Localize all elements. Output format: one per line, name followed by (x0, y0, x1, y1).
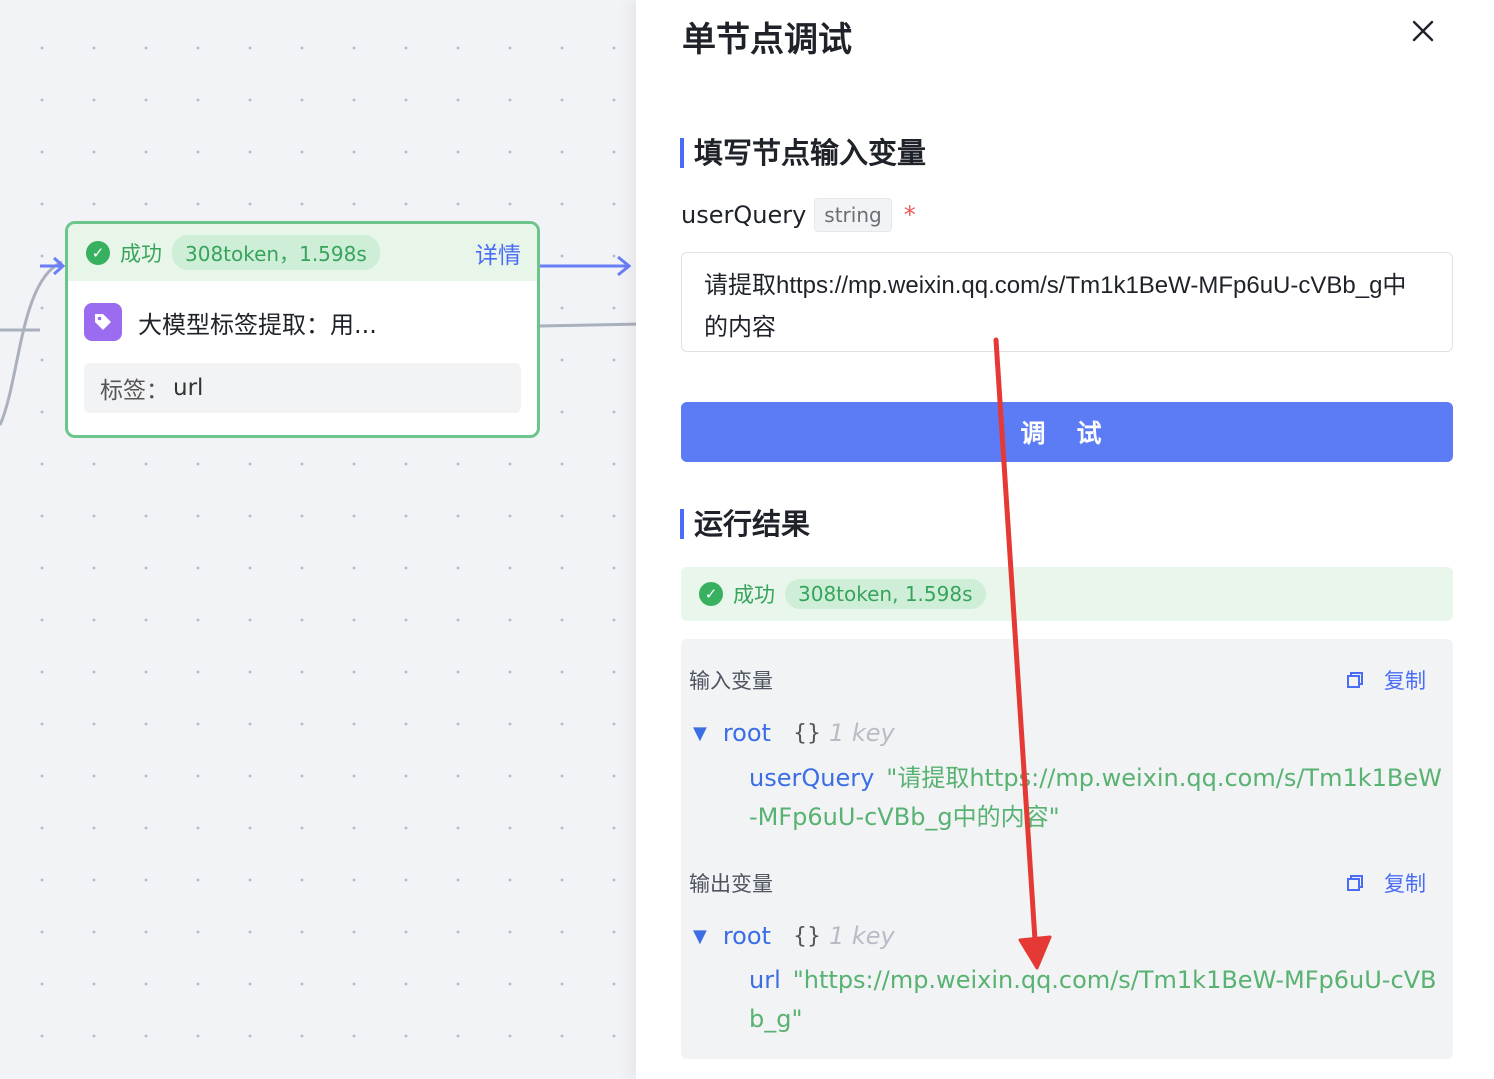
json-braces: {} (792, 923, 821, 949)
collapse-triangle-icon[interactable]: ▼ (693, 723, 707, 744)
node-title-row: 大模型标签提取：用... (68, 281, 537, 341)
llm-tag-extract-node[interactable]: ✓ 成功 308token，1.598s 详情 大模型标签提取：用... 标签：… (65, 221, 540, 438)
edge-connectors (0, 255, 640, 426)
result-status-banner: ✓ 成功 308token, 1.598s (681, 567, 1453, 621)
success-check-icon: ✓ (86, 240, 110, 265)
close-button[interactable] (1406, 14, 1440, 48)
debug-button[interactable]: 调 试 (681, 402, 1453, 462)
tag-icon (84, 303, 122, 341)
node-tag-value: url (173, 375, 204, 401)
node-tag-field: 标签： url (84, 363, 521, 413)
json-key-count: 1 key (828, 719, 895, 747)
variable-label-row: userQuery string * (681, 198, 916, 232)
json-key-count: 1 key (828, 922, 895, 950)
input-json-entry: userQuery "请提取https://mp.weixin.qq.com/s/… (749, 759, 1449, 837)
input-json-root[interactable]: ▼ root {} 1 key (693, 719, 895, 747)
copy-input-button[interactable]: 复制 (1346, 665, 1426, 695)
result-detail-box: 输入变量 复制 ▼ root {} 1 key userQuery "请提取htt… (681, 639, 1453, 1059)
copy-output-button[interactable]: 复制 (1346, 868, 1426, 898)
close-icon (1412, 20, 1434, 42)
output-json-root[interactable]: ▼ root {} 1 key (693, 922, 895, 950)
collapse-triangle-icon[interactable]: ▼ (693, 926, 707, 947)
copy-output-label: 复制 (1384, 872, 1426, 896)
variable-type-chip: string (814, 198, 892, 232)
workflow-canvas[interactable]: ✓ 成功 308token，1.598s 详情 大模型标签提取：用... 标签：… (0, 0, 640, 1079)
node-title: 大模型标签提取：用... (138, 310, 377, 339)
json-entry-key: url (749, 966, 781, 994)
copy-icon (1347, 875, 1363, 891)
input-section-title: 填写节点输入变量 (680, 138, 926, 168)
json-braces: {} (792, 720, 821, 746)
single-node-debug-panel: 单节点调试 填写节点输入变量 userQuery string * 请提取htt… (636, 0, 1494, 1079)
input-vars-heading: 输入变量 (689, 669, 773, 693)
json-root-key: root (722, 719, 771, 747)
json-entry-key: userQuery (749, 764, 875, 792)
result-token-badge: 308token, 1.598s (785, 579, 986, 609)
output-vars-heading: 输出变量 (689, 872, 773, 896)
node-tag-label: 标签： (100, 378, 169, 404)
node-token-badge: 308token，1.598s (172, 235, 380, 270)
copy-icon (1347, 672, 1363, 688)
output-json-entry: url "https://mp.weixin.qq.com/s/Tm1k1BeW-… (749, 961, 1449, 1039)
success-check-icon: ✓ (699, 582, 723, 606)
result-section-title: 运行结果 (680, 509, 810, 539)
required-mark: * (903, 201, 916, 229)
result-status-text: 成功 (733, 583, 775, 607)
json-entry-value: "https://mp.weixin.qq.com/s/Tm1k1BeW-MFp… (749, 966, 1437, 1033)
panel-title: 单节点调试 (682, 20, 852, 60)
node-status-text: 成功 (120, 241, 162, 266)
json-root-key: root (722, 922, 771, 950)
node-status-bar: ✓ 成功 308token，1.598s 详情 (68, 224, 537, 281)
variable-name: userQuery (681, 201, 807, 229)
node-detail-link[interactable]: 详情 (475, 236, 521, 270)
user-query-input[interactable]: 请提取https://mp.weixin.qq.com/s/Tm1k1BeW-M… (681, 252, 1453, 352)
copy-input-label: 复制 (1384, 669, 1426, 693)
